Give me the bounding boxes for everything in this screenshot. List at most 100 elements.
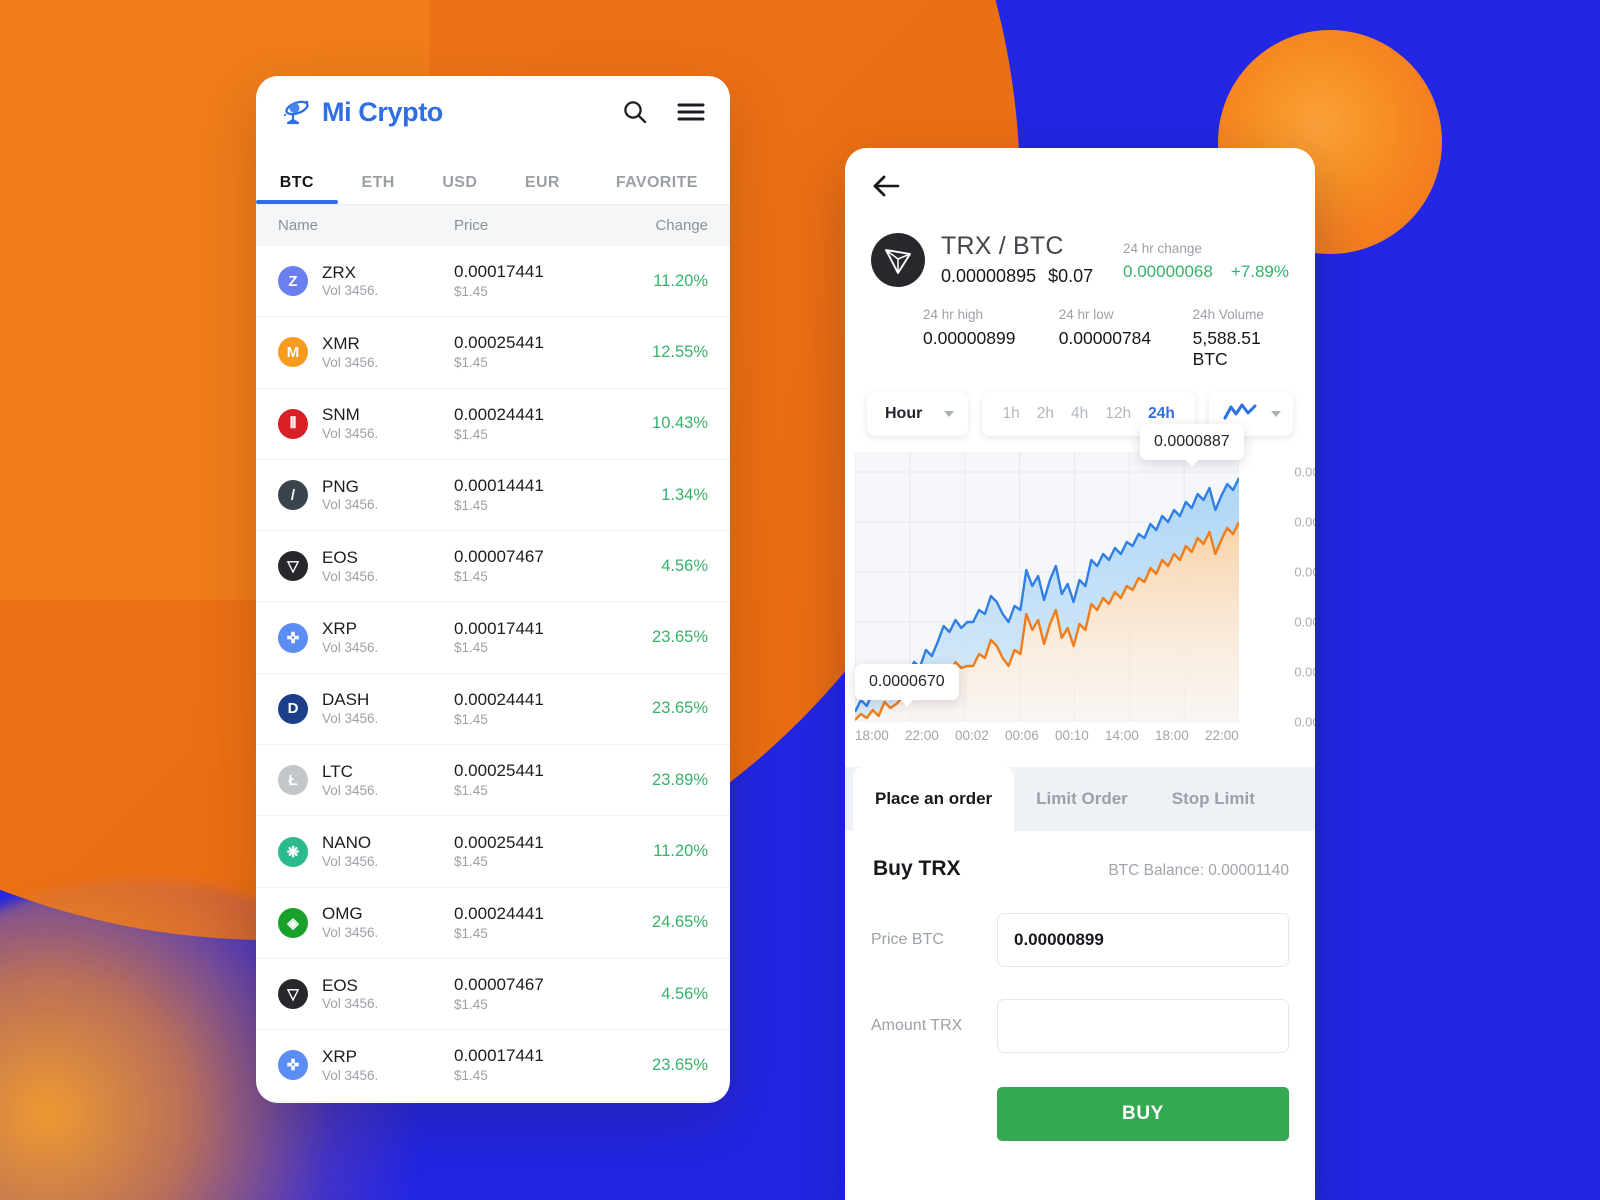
list-column-headers: Name Price Change	[256, 204, 730, 246]
column-header-change: Change	[655, 217, 708, 234]
coin-symbol: XRP	[322, 1046, 357, 1066]
zrx-icon: Z	[278, 266, 308, 297]
coin-volume: Vol 3456.	[322, 426, 379, 442]
coin-row[interactable]: ✜ XRP Vol 3456. 0.00017441 $1.45 23.65%	[256, 1030, 730, 1102]
menu-icon[interactable]	[676, 99, 706, 125]
range-12h[interactable]: 12h	[1105, 405, 1131, 423]
coin-change: 23.65%	[652, 628, 708, 647]
coin-identity: ◈ OMG Vol 3456.	[278, 905, 454, 940]
coin-identity: ▽ EOS Vol 3456.	[278, 548, 454, 584]
stat-0: 24 hr high 0.00000899	[923, 307, 1059, 370]
range-24h[interactable]: 24h	[1148, 405, 1175, 423]
tab-usd[interactable]: USD	[419, 174, 502, 204]
omg-icon: ◈	[278, 907, 308, 938]
coin-volume: Vol 3456.	[322, 283, 379, 299]
price-chart[interactable]: 0.00000900 0.00000850 0.00000800 0.00000750…	[845, 424, 1315, 757]
order-header: Buy TRX BTC Balance: 0.00001140	[871, 857, 1289, 881]
coin-identity: ✜ XRP Vol 3456.	[278, 620, 454, 655]
y-tick: 0.00000900	[1294, 464, 1315, 480]
pair-info: TRX / BTC 0.00000895 $0.07	[941, 232, 1093, 287]
price-input[interactable]	[997, 913, 1289, 967]
line-chart-icon	[1223, 403, 1257, 426]
range-1h[interactable]: 1h	[1002, 405, 1019, 423]
coin-list[interactable]: Z ZRX Vol 3456. 0.00017441 $1.45 11.20% M XMR Vo…	[256, 246, 730, 1103]
order-tab-0[interactable]: Place an order	[853, 767, 1015, 831]
coin-identity: ▽ EOS Vol 3456.	[278, 975, 454, 1012]
x-tick: 00:10	[1055, 728, 1089, 743]
coin-row[interactable]: ⦀ SNM Vol 3456. 0.00024441 $1.45 10.43%	[256, 389, 730, 460]
pair-price-btc: 0.00000895	[941, 266, 1037, 286]
coin-row[interactable]: / PNG Vol 3456. 0.00014441 $1.45 1.34%	[256, 460, 730, 532]
coin-price: 0.00017441	[454, 618, 544, 638]
coin-row[interactable]: ◈ OMG Vol 3456. 0.00024441 $1.45 24.65%	[256, 888, 730, 959]
coin-name-wrap: XMR Vol 3456.	[322, 335, 378, 370]
coin-symbol: PNG	[322, 476, 359, 496]
x-tick: 18:00	[1155, 728, 1189, 743]
chart-controls: Hour 1h 2h 4h 12h 24h	[845, 370, 1315, 436]
range-4h[interactable]: 4h	[1071, 405, 1088, 423]
range-2h[interactable]: 2h	[1037, 405, 1054, 423]
coin-price: 0.00025441	[454, 761, 544, 781]
x-tick: 00:02	[955, 728, 989, 743]
xrp-icon: ✜	[278, 622, 308, 653]
coin-symbol: EOS	[322, 975, 358, 995]
pair-change-block: 24 hr change 0.00000068 +7.89%	[1123, 237, 1289, 282]
coin-change: 24.65%	[652, 913, 708, 932]
field-row: Amount TRX	[871, 999, 1289, 1053]
order-tab-1[interactable]: Limit Order	[1014, 767, 1150, 831]
app-title: Mi Crypto	[322, 96, 443, 127]
coin-row[interactable]: ▽ EOS Vol 3456. 0.00007467 $1.45 4.56%	[256, 959, 730, 1031]
satellite-planet-icon	[280, 97, 312, 127]
coin-row[interactable]: Z ZRX Vol 3456. 0.00017441 $1.45 11.20%	[256, 246, 730, 318]
buy-button[interactable]: BUY	[997, 1087, 1289, 1141]
page-background	[0, 0, 1600, 1200]
coin-name-wrap: DASH Vol 3456.	[322, 691, 378, 726]
coin-row[interactable]: ✜ XRP Vol 3456. 0.00017441 $1.45 23.65%	[256, 602, 730, 674]
coin-price-wrap: 0.00024441 $1.45	[454, 405, 612, 442]
order-tabs: Place an order Limit Order Stop Limit	[845, 767, 1315, 831]
coin-price-wrap: 0.00007467 $1.45	[454, 976, 612, 1012]
coin-volume: Vol 3456.	[322, 711, 379, 727]
chart-tooltip-high: 0.0000887	[1140, 424, 1244, 467]
coin-identity: ✜ XRP Vol 3456.	[278, 1048, 454, 1083]
coin-row[interactable]: D DASH Vol 3456. 0.00024441 $1.45 23.65%	[256, 674, 730, 746]
coin-change: 23.65%	[652, 1055, 708, 1074]
coin-price-wrap: 0.00014441 $1.45	[454, 477, 612, 513]
coin-price-wrap: 0.00007467 $1.45	[454, 548, 612, 584]
y-tick: 0.00000750	[1294, 614, 1315, 630]
tab-eur[interactable]: EUR	[501, 174, 584, 204]
x-tick: 14:00	[1105, 728, 1139, 743]
x-tick: 00:06	[1005, 728, 1039, 743]
change-values: 0.00000068 +7.89%	[1123, 262, 1289, 282]
coin-price-wrap: 0.00017441 $1.45	[454, 618, 612, 656]
tab-btc[interactable]: BTC	[256, 174, 338, 204]
coin-volume: Vol 3456.	[322, 925, 379, 941]
search-icon[interactable]	[620, 99, 650, 125]
tab-favorite[interactable]: FAVORITE	[584, 174, 730, 204]
column-header-name: Name	[278, 217, 319, 234]
coin-row[interactable]: ❋ NANO Vol 3456. 0.00025441 $1.45 11.20%	[256, 816, 730, 888]
coin-change: 23.89%	[652, 770, 708, 789]
tab-eth[interactable]: ETH	[338, 174, 419, 204]
coin-row[interactable]: Ł LTC Vol 3456. 0.00025441 $1.45 23.89%	[256, 745, 730, 817]
order-tab-2[interactable]: Stop Limit	[1150, 767, 1277, 831]
coin-price: 0.00017441	[454, 1046, 544, 1066]
interval-select[interactable]: Hour	[867, 392, 969, 436]
coin-name-wrap: NANO Vol 3456.	[322, 834, 378, 869]
coin-price-wrap: 0.00024441 $1.45	[454, 904, 612, 941]
coin-row[interactable]: ▽ EOS Vol 3456. 0.00007467 $1.45 4.56%	[256, 531, 730, 603]
coin-row[interactable]: M XMR Vol 3456. 0.00025441 $1.45 12.55%	[256, 317, 730, 389]
coin-volume: Vol 3456.	[322, 782, 379, 798]
coin-volume: Vol 3456.	[322, 639, 379, 655]
coin-price: 0.00017441	[454, 262, 544, 282]
xmr-icon: M	[278, 337, 308, 368]
amount-input[interactable]	[997, 999, 1289, 1053]
back-arrow-icon[interactable]	[871, 173, 901, 199]
coin-price: 0.00007467	[454, 975, 544, 995]
coin-symbol: SNM	[322, 405, 360, 425]
coin-price-usd: $1.45	[454, 569, 488, 585]
coin-change: 10.43%	[652, 414, 708, 433]
change-percent: +7.89%	[1230, 262, 1289, 281]
coin-price: 0.00025441	[454, 333, 544, 353]
snm-icon: ⦀	[278, 408, 308, 439]
